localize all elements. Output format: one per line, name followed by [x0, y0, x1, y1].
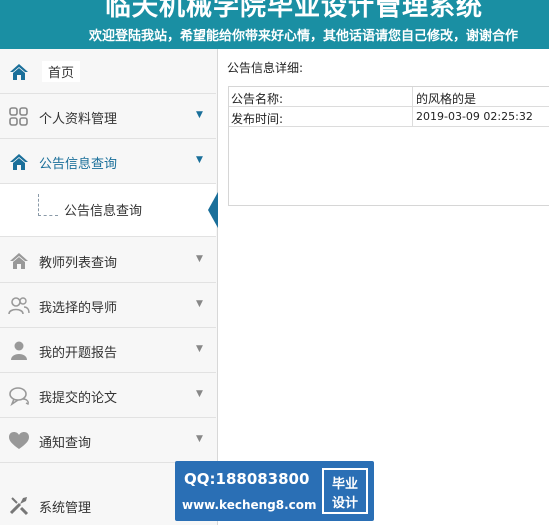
column-divider: [412, 107, 413, 127]
home-icon: [8, 151, 30, 173]
chevron-down-icon: ▼: [196, 344, 203, 354]
sidebar-item-label: 首页: [42, 61, 81, 82]
seal-line-2: 设计: [331, 496, 358, 511]
watermark-seal: 毕业 设计: [322, 468, 368, 514]
app-title: 临夭机械学院毕业设计管理系统: [105, 0, 484, 22]
sidebar-item-label: 公告信息查询: [39, 157, 118, 172]
sidebar-item-profile[interactable]: 个人资料管理 ▼: [0, 94, 216, 139]
table-row: 公告名称: 的风格的是: [229, 87, 549, 107]
chevron-down-icon: ▼: [196, 299, 203, 309]
home-icon: [8, 250, 30, 272]
welcome-marquee: 欢迎登陆我站，希望能给你带来好心情，其他话语请您自己修改，谢谢合作: [89, 29, 519, 44]
sidebar-item-label: 我的开题报告: [39, 346, 118, 361]
heart-icon: [8, 430, 30, 452]
sidebar-item-home[interactable]: 首页: [0, 49, 216, 94]
notice-detail-table: 公告名称: 的风格的是 发布时间: 2019-03-09 02:25:32: [228, 86, 549, 206]
sidebar-item-proposal[interactable]: 我的开题报告 ▼: [0, 328, 216, 373]
table-row: 发布时间: 2019-03-09 02:25:32: [229, 107, 549, 127]
sidebar-item-label: 我提交的论文: [39, 391, 118, 406]
sidebar-item-notification[interactable]: 通知查询 ▼: [0, 418, 216, 463]
field-label: 发布时间:: [231, 112, 284, 126]
home-icon: [8, 61, 30, 83]
chevron-down-icon: ▼: [196, 254, 203, 264]
sidebar-subitem-label: 公告信息查询: [64, 204, 143, 219]
sidebar: 首页 个人资料管理 ▼ 公告信息查询 ▼ 公告信息查询 教师列表查询 ▼ 我选择…: [0, 49, 218, 525]
tree-connector: [38, 194, 58, 216]
tools-icon: [8, 494, 30, 516]
panel-title: 公告信息详细:: [227, 61, 304, 75]
sidebar-item-label: 通知查询: [39, 436, 92, 451]
sidebar-item-my-tutor[interactable]: 我选择的导师 ▼: [0, 283, 216, 328]
column-divider: [412, 87, 413, 107]
chevron-down-icon: ▼: [196, 110, 203, 120]
user-icon: [8, 340, 30, 362]
chevron-down-icon: ▼: [196, 389, 203, 399]
sidebar-item-label: 个人资料管理: [39, 112, 118, 127]
sidebar-item-label: 系统管理: [39, 501, 92, 516]
sidebar-item-thesis[interactable]: 我提交的论文 ▼: [0, 373, 216, 418]
sidebar-item-teachers[interactable]: 教师列表查询 ▼: [0, 238, 216, 283]
chevron-down-icon: ▼: [196, 434, 203, 444]
sidebar-item-label: 我选择的导师: [39, 301, 118, 316]
sidebar-item-label: 教师列表查询: [39, 256, 118, 271]
chevron-down-icon: ▼: [196, 155, 203, 165]
active-pointer-icon: [208, 192, 218, 228]
chat-icon: [8, 385, 30, 407]
users-icon: [8, 295, 30, 317]
field-label: 公告名称:: [231, 92, 284, 106]
sidebar-subitem-notice-query[interactable]: 公告信息查询: [0, 184, 218, 237]
field-value: 的风格的是: [416, 92, 477, 106]
watermark-url: www.kecheng8.com: [182, 498, 317, 512]
grid-icon: [8, 106, 30, 128]
watermark-banner: QQ:188083800 www.kecheng8.com 毕业 设计: [175, 461, 374, 521]
main-content: 公告信息详细: 公告名称: 的风格的是 发布时间: 2019-03-09 02:…: [218, 49, 549, 525]
field-value: 2019-03-09 02:25:32: [416, 110, 533, 123]
app-root: 临夭机械学院毕业设计管理系统 欢迎登陆我站，希望能给你带来好心情，其他话语请您自…: [0, 0, 549, 525]
sidebar-item-notice[interactable]: 公告信息查询 ▼: [0, 139, 216, 184]
app-header: 临夭机械学院毕业设计管理系统 欢迎登陆我站，希望能给你带来好心情，其他话语请您自…: [0, 0, 549, 49]
watermark-qq: QQ:188083800: [184, 470, 310, 488]
seal-line-1: 毕业: [331, 477, 358, 492]
